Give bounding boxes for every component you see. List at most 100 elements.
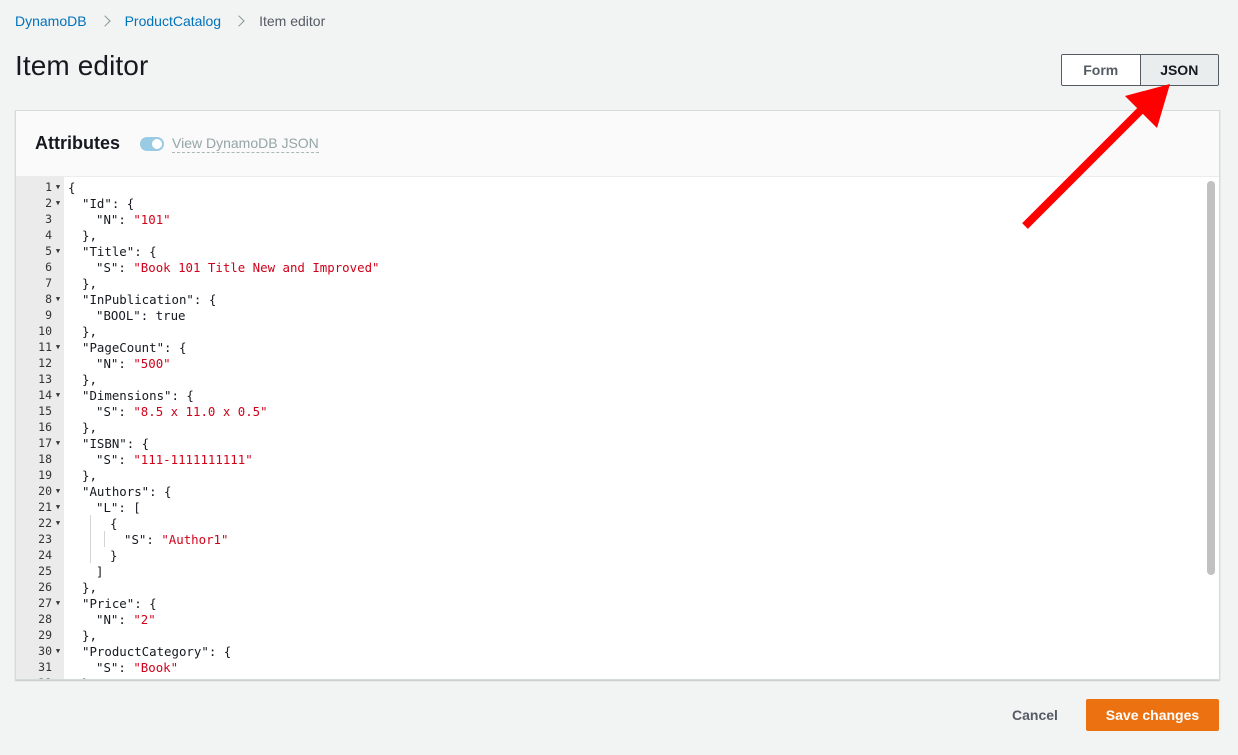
dynamodb-json-toggle[interactable] <box>140 136 164 151</box>
code-line: 21 ▼ "L": [ <box>16 499 1206 515</box>
code-token: }, <box>82 323 97 339</box>
code-token: "BOOL": true <box>96 307 186 323</box>
line-number: 24 <box>38 548 52 562</box>
code-line: 16}, <box>16 419 1206 435</box>
code-text: "ProductCategory": { <box>64 644 231 659</box>
code-lines: 1 ▼{2 ▼ "Id": {3 "N": "101" 4}, 5 ▼ "Title": {6 "… <box>16 179 1206 680</box>
code-text: }, <box>64 276 97 291</box>
string-token: "500" <box>133 355 171 371</box>
caret-down-icon[interactable]: ▼ <box>52 295 64 303</box>
red-arrow-icon <box>1022 84 1170 229</box>
line-number: 26 <box>38 580 52 594</box>
code-text: }, <box>64 676 97 680</box>
line-number: 30 <box>38 644 52 658</box>
code-token: "ProductCategory": { <box>82 643 232 659</box>
caret-down-icon[interactable]: ▼ <box>52 199 64 207</box>
line-number: 12 <box>38 356 52 370</box>
code-token: "S": <box>96 451 134 467</box>
breadcrumb-item-editor: Item editor <box>259 13 326 29</box>
breadcrumb: DynamoDB ProductCatalog Item editor <box>15 12 325 30</box>
string-token: "Book" <box>133 659 179 675</box>
indent-guide <box>90 515 91 563</box>
line-number: 2 <box>45 196 52 210</box>
code-line: 17 ▼ "ISBN": { <box>16 435 1206 451</box>
cancel-button[interactable]: Cancel <box>1003 700 1067 730</box>
caret-down-icon[interactable]: ▼ <box>52 519 64 527</box>
line-number: 21 <box>38 500 52 514</box>
code-token: "S": <box>96 659 134 675</box>
caret-down-icon[interactable]: ▼ <box>52 439 64 447</box>
code-text: "Authors": { <box>64 484 172 499</box>
code-token: "S": <box>124 531 162 547</box>
code-text: "N": "101" <box>64 212 171 227</box>
code-token: "L": [ <box>96 499 141 515</box>
line-number: 16 <box>38 420 52 434</box>
breadcrumb-productcatalog[interactable]: ProductCatalog <box>125 13 222 29</box>
breadcrumb-dynamodb[interactable]: DynamoDB <box>15 13 87 29</box>
dynamodb-json-toggle-label[interactable]: View DynamoDB JSON <box>172 135 319 153</box>
code-line: 12 "N": "500" <box>16 355 1206 371</box>
code-line: 31 "S": "Book" <box>16 659 1206 675</box>
code-token: "Dimensions": { <box>82 387 194 403</box>
code-line: 25] <box>16 563 1206 579</box>
line-number: 1 <box>45 180 52 194</box>
caret-down-icon[interactable]: ▼ <box>52 247 64 255</box>
caret-down-icon[interactable]: ▼ <box>52 343 64 351</box>
string-token: "8.5 x 11.0 x 0.5" <box>133 403 268 419</box>
line-number: 25 <box>38 564 52 578</box>
caret-down-icon[interactable]: ▼ <box>52 391 64 399</box>
line-number: 11 <box>38 340 52 354</box>
code-text: }, <box>64 468 97 483</box>
editor-scrollbar[interactable] <box>1207 181 1215 575</box>
json-code-editor[interactable]: 1 ▼{2 ▼ "Id": {3 "N": "101" 4}, 5 ▼ "Title": {6 "… <box>16 177 1219 679</box>
line-number: 28 <box>38 612 52 626</box>
toggle-knob <box>152 138 162 149</box>
code-text: { <box>64 180 75 195</box>
code-line: 27 ▼ "Price": { <box>16 595 1206 611</box>
code-line: 26}, <box>16 579 1206 595</box>
code-token: } <box>110 547 118 563</box>
code-token: }, <box>82 579 97 595</box>
code-line: 15 "S": "8.5 x 11.0 x 0.5" <box>16 403 1206 419</box>
line-number: 14 <box>38 388 52 402</box>
page-title: Item editor <box>15 50 149 81</box>
line-number: 6 <box>45 260 52 274</box>
line-number: 10 <box>38 324 52 338</box>
code-token: }, <box>82 275 97 291</box>
caret-down-icon[interactable]: ▼ <box>52 599 64 607</box>
code-line: 11 ▼ "PageCount": { <box>16 339 1206 355</box>
string-token: "111-1111111111" <box>133 451 253 467</box>
line-number: 17 <box>38 436 52 450</box>
code-text: "Title": { <box>64 244 157 259</box>
line-number: 13 <box>38 372 52 386</box>
code-text: "Price": { <box>64 596 157 611</box>
attributes-title: Attributes <box>35 133 120 153</box>
code-text: }, <box>64 580 97 595</box>
code-token: { <box>110 515 118 531</box>
string-token: "Author1" <box>161 531 229 547</box>
code-token: "InPublication": { <box>82 291 217 307</box>
code-token: }, <box>82 627 97 643</box>
code-line: 20 ▼ "Authors": { <box>16 483 1206 499</box>
code-token: }, <box>82 676 97 680</box>
code-text: "Id": { <box>64 196 134 211</box>
code-text: "Dimensions": { <box>64 388 194 403</box>
caret-down-icon[interactable]: ▼ <box>52 487 64 495</box>
code-line: 5 ▼ "Title": { <box>16 243 1206 259</box>
code-line: 22 ▼ { <box>16 515 1206 531</box>
line-number: 18 <box>38 452 52 466</box>
caret-down-icon[interactable]: ▼ <box>52 647 64 655</box>
code-token: "Authors": { <box>82 483 172 499</box>
line-number: 27 <box>38 596 52 610</box>
code-text: "InPublication": { <box>64 292 216 307</box>
caret-down-icon[interactable]: ▼ <box>52 503 64 511</box>
caret-down-icon[interactable]: ▼ <box>52 183 64 191</box>
code-text: "N": "2" <box>64 612 156 627</box>
code-token: "ISBN": { <box>82 435 150 451</box>
code-text: "L": [ <box>64 500 141 515</box>
save-changes-button[interactable]: Save changes <box>1086 699 1219 731</box>
code-token: "PageCount": { <box>82 339 187 355</box>
code-text: "ISBN": { <box>64 436 149 451</box>
code-text: "N": "500" <box>64 356 171 371</box>
code-line: 19}, <box>16 467 1206 483</box>
